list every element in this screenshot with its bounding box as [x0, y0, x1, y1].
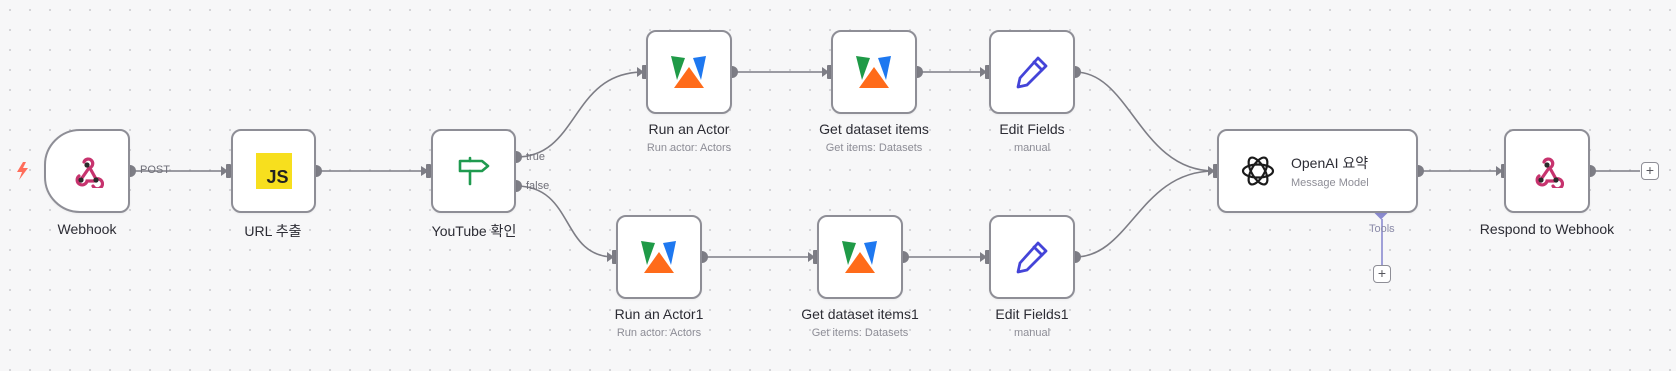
node-subtitle-run-actor1: Run actor: Actors	[616, 327, 702, 339]
node-openai-summary[interactable]: OpenAI 요약 Message Model	[1217, 129, 1418, 213]
node-subtitle-edit-fields1: manual	[1013, 327, 1051, 339]
node-edit-fields1[interactable]	[989, 215, 1075, 299]
node-subtitle-openai: Message Model	[1291, 177, 1369, 189]
pencil-icon	[1016, 241, 1048, 274]
lightning-icon	[17, 162, 28, 180]
node-run-actor1[interactable]	[616, 215, 702, 299]
apify-icon	[641, 241, 676, 273]
node-label-youtube-check: YouTube 확인	[431, 223, 517, 239]
webhook-icon	[75, 157, 104, 188]
node-label-edit-fields: Edit Fields	[999, 121, 1065, 137]
node-label-edit-fields1: Edit Fields1	[995, 306, 1069, 322]
signpost-icon	[458, 156, 489, 186]
edge-label-true: true	[526, 151, 545, 163]
edge-label-false: false	[526, 180, 550, 192]
add-tool-button[interactable]: +	[1373, 265, 1391, 283]
node-label-respond: Respond to Webhook	[1479, 221, 1615, 237]
node-edit-fields[interactable]	[989, 30, 1075, 114]
node-youtube-check[interactable]	[431, 129, 516, 213]
tools-label: Tools	[1369, 223, 1395, 235]
node-run-actor[interactable]	[646, 30, 732, 114]
node-respond-webhook[interactable]	[1504, 129, 1590, 213]
apify-icon	[856, 56, 891, 88]
edge-editfields1-openai	[1074, 170, 1215, 258]
pencil-icon	[1016, 56, 1048, 89]
node-label-url-extract: URL 추출	[244, 223, 302, 239]
apify-icon	[842, 241, 877, 273]
node-label-openai: OpenAI 요약	[1291, 155, 1369, 171]
apify-icon	[671, 56, 706, 88]
edge-label-post: POST	[140, 164, 170, 176]
node-label-run-actor1: Run an Actor1	[614, 306, 704, 322]
node-get-dataset[interactable]	[831, 30, 917, 114]
openai-icon	[1241, 156, 1275, 186]
javascript-icon: JS	[255, 153, 292, 189]
node-subtitle-edit-fields: manual	[1013, 142, 1051, 154]
add-node-button[interactable]: +	[1641, 162, 1659, 180]
node-url-extract[interactable]: JS	[231, 129, 316, 213]
node-get-dataset1[interactable]	[817, 215, 903, 299]
webhook-icon	[1535, 157, 1564, 188]
node-webhook[interactable]	[44, 129, 130, 213]
